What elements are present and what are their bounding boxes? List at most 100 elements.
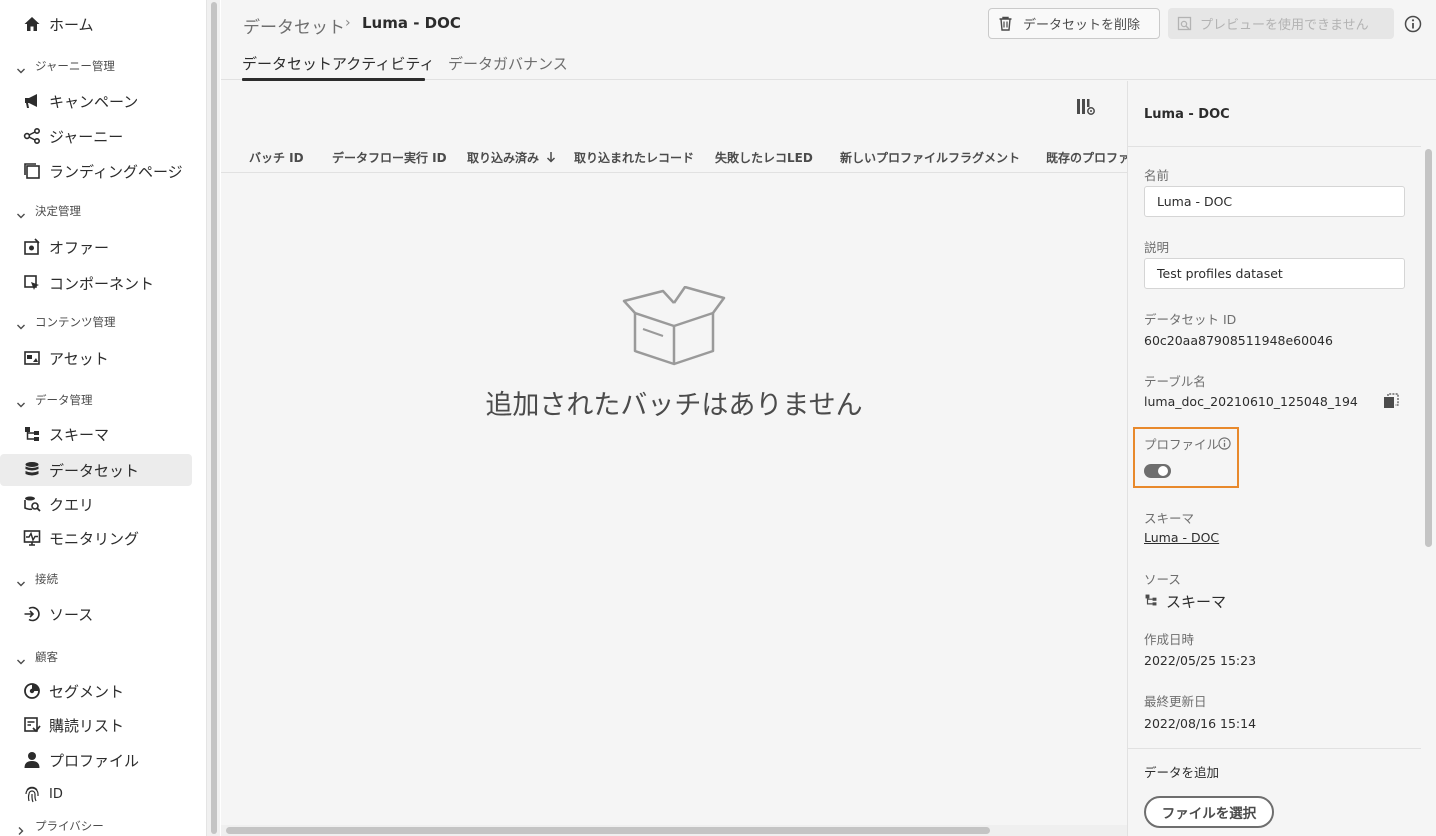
column-header-records-ingested[interactable]: 取り込まれたレコード bbox=[574, 149, 694, 166]
info-icon[interactable] bbox=[1404, 15, 1422, 33]
nav-query[interactable]: クエリ bbox=[0, 488, 192, 520]
dataset-properties-panel: Luma - DOC 名前 Luma - DOC 説明 Test profile… bbox=[1127, 81, 1436, 836]
nav-component[interactable]: コンポーネント bbox=[0, 267, 192, 299]
created-value: 2022/05/25 15:23 bbox=[1144, 653, 1257, 668]
panel-divider bbox=[1128, 146, 1421, 147]
subscription-list-icon bbox=[22, 715, 42, 735]
name-field[interactable]: Luma - DOC bbox=[1144, 186, 1405, 217]
delete-dataset-label: データセットを削除 bbox=[1023, 18, 1141, 33]
column-header-existing-profile[interactable]: 既存のプロファ bbox=[1046, 149, 1127, 166]
delete-dataset-button[interactable]: データセットを削除 bbox=[988, 8, 1160, 39]
description-field[interactable]: Test profiles dataset bbox=[1144, 258, 1405, 289]
component-icon bbox=[22, 273, 42, 293]
chevron-down-icon bbox=[16, 206, 26, 219]
nav-id[interactable]: ID bbox=[0, 778, 192, 810]
nav-profile[interactable]: プロファイル bbox=[0, 744, 192, 776]
landing-page-icon bbox=[22, 161, 42, 181]
nav-label: データセット bbox=[49, 461, 140, 480]
query-icon bbox=[22, 494, 42, 514]
source-value: スキーマ bbox=[1166, 593, 1227, 611]
created-label: 作成日時 bbox=[1144, 632, 1195, 647]
nav-group-label: 接続 bbox=[35, 572, 58, 586]
segment-icon bbox=[22, 681, 42, 701]
breadcrumb-separator: › bbox=[345, 15, 351, 31]
profile-toggle[interactable] bbox=[1144, 464, 1171, 478]
table-name-value: luma_doc_20210610_125048_194 bbox=[1144, 394, 1358, 409]
column-settings-icon[interactable] bbox=[1076, 97, 1096, 117]
nav-journey[interactable]: ジャーニー bbox=[0, 120, 192, 152]
sort-descending-icon[interactable] bbox=[546, 151, 556, 163]
nav-label: スキーマ bbox=[49, 425, 110, 444]
nav-campaign[interactable]: キャンペーン bbox=[0, 85, 192, 117]
sidebar: ホーム ジャーニー管理 キャンペーン ジャーニー ランディングページ 決定管理 … bbox=[0, 0, 206, 836]
nav-label: アセット bbox=[49, 349, 109, 368]
description-label: 説明 bbox=[1144, 240, 1170, 255]
copy-icon[interactable] bbox=[1383, 393, 1399, 409]
column-header-new-profile-fragments[interactable]: 新しいプロファイルフラグメント bbox=[840, 149, 1020, 166]
column-header-failed-records[interactable]: 失敗したレコLED bbox=[715, 149, 813, 166]
column-header-batch-id[interactable]: バッチ ID bbox=[249, 149, 304, 166]
nav-segment[interactable]: セグメント bbox=[0, 675, 192, 707]
breadcrumb-datasets[interactable]: データセット bbox=[243, 13, 345, 38]
nav-label: ソース bbox=[49, 605, 94, 624]
nav-dataset[interactable]: データセット bbox=[0, 454, 192, 486]
scrollbar-thumb[interactable] bbox=[226, 827, 990, 834]
nav-home[interactable]: ホーム bbox=[0, 8, 192, 40]
trash-icon bbox=[999, 16, 1012, 31]
tab-data-governance[interactable]: データガバナンス bbox=[448, 53, 568, 74]
horizontal-scrollbar[interactable] bbox=[221, 825, 1127, 836]
nav-label: ジャーニー bbox=[49, 127, 124, 146]
schema-label: スキーマ bbox=[1144, 511, 1195, 526]
nav-schema[interactable]: スキーマ bbox=[0, 418, 192, 450]
database-icon bbox=[22, 460, 42, 480]
chevron-down-icon bbox=[16, 395, 26, 408]
preview-icon bbox=[1177, 16, 1192, 31]
person-icon bbox=[22, 750, 42, 770]
panel-title: Luma - DOC bbox=[1144, 107, 1230, 122]
nav-subscription-list[interactable]: 購読リスト bbox=[0, 709, 192, 741]
chevron-down-icon bbox=[16, 317, 26, 330]
dataset-activity-panel: バッチ ID データフロー実行 ID 取り込み済み 取り込まれたレコード 失敗し… bbox=[221, 81, 1127, 836]
scrollbar-thumb[interactable] bbox=[211, 2, 217, 834]
offer-icon bbox=[22, 237, 42, 257]
nav-label: モニタリング bbox=[49, 529, 140, 548]
main-area: データセット › Luma - DOC データセットを削除 プレビューを使用でき… bbox=[221, 0, 1436, 836]
nav-asset[interactable]: アセット bbox=[0, 342, 192, 374]
sidebar-scrollbar[interactable] bbox=[206, 0, 220, 836]
column-header-dataflow-run-id[interactable]: データフロー実行 ID bbox=[332, 149, 447, 166]
nav-source[interactable]: ソース bbox=[0, 598, 192, 630]
choose-file-button[interactable]: ファイルを選択 bbox=[1144, 796, 1274, 828]
table-name-label: テーブル名 bbox=[1144, 374, 1206, 389]
schema-link[interactable]: Luma - DOC bbox=[1144, 530, 1219, 545]
nav-label: セグメント bbox=[49, 682, 125, 701]
nav-monitoring[interactable]: モニタリング bbox=[0, 522, 192, 554]
asset-icon bbox=[22, 348, 42, 368]
nav-home-label: ホーム bbox=[49, 15, 94, 34]
scrollbar-thumb[interactable] bbox=[1425, 149, 1432, 547]
nav-group-label: プライバシー bbox=[35, 819, 104, 833]
preview-button-disabled: プレビューを使用できません bbox=[1168, 8, 1394, 39]
nav-offer[interactable]: オファー bbox=[0, 231, 192, 263]
panel-scrollbar[interactable] bbox=[1421, 147, 1436, 836]
name-label: 名前 bbox=[1144, 168, 1170, 183]
schema-icon bbox=[1145, 594, 1157, 606]
page-header: データセット › Luma - DOC データセットを削除 プレビューを使用でき… bbox=[221, 0, 1436, 81]
modified-value: 2022/08/16 15:14 bbox=[1144, 716, 1257, 731]
dataset-id-value: 60c20aa87908511948e60046 bbox=[1144, 333, 1333, 348]
table-header-divider bbox=[221, 172, 1127, 173]
page-title: Luma - DOC bbox=[362, 14, 461, 32]
profile-info-icon[interactable] bbox=[1218, 437, 1231, 450]
tab-dataset-activity[interactable]: データセットアクティビティ bbox=[242, 53, 434, 74]
megaphone-icon bbox=[22, 91, 42, 111]
modified-label: 最終更新日 bbox=[1144, 694, 1207, 709]
column-header-ingested[interactable]: 取り込み済み bbox=[467, 149, 539, 166]
nav-label: プロファイル bbox=[49, 751, 140, 770]
empty-state-message: 追加されたバッチはありません bbox=[485, 390, 863, 421]
chevron-down-icon bbox=[16, 61, 26, 74]
nav-landing-page[interactable]: ランディングページ bbox=[0, 155, 192, 187]
nav-label: キャンペーン bbox=[49, 92, 139, 111]
chevron-down-icon bbox=[16, 574, 26, 587]
nav-group-label: コンテンツ管理 bbox=[35, 315, 116, 329]
nav-group-label: ジャーニー管理 bbox=[35, 59, 115, 73]
schema-icon bbox=[22, 424, 42, 444]
